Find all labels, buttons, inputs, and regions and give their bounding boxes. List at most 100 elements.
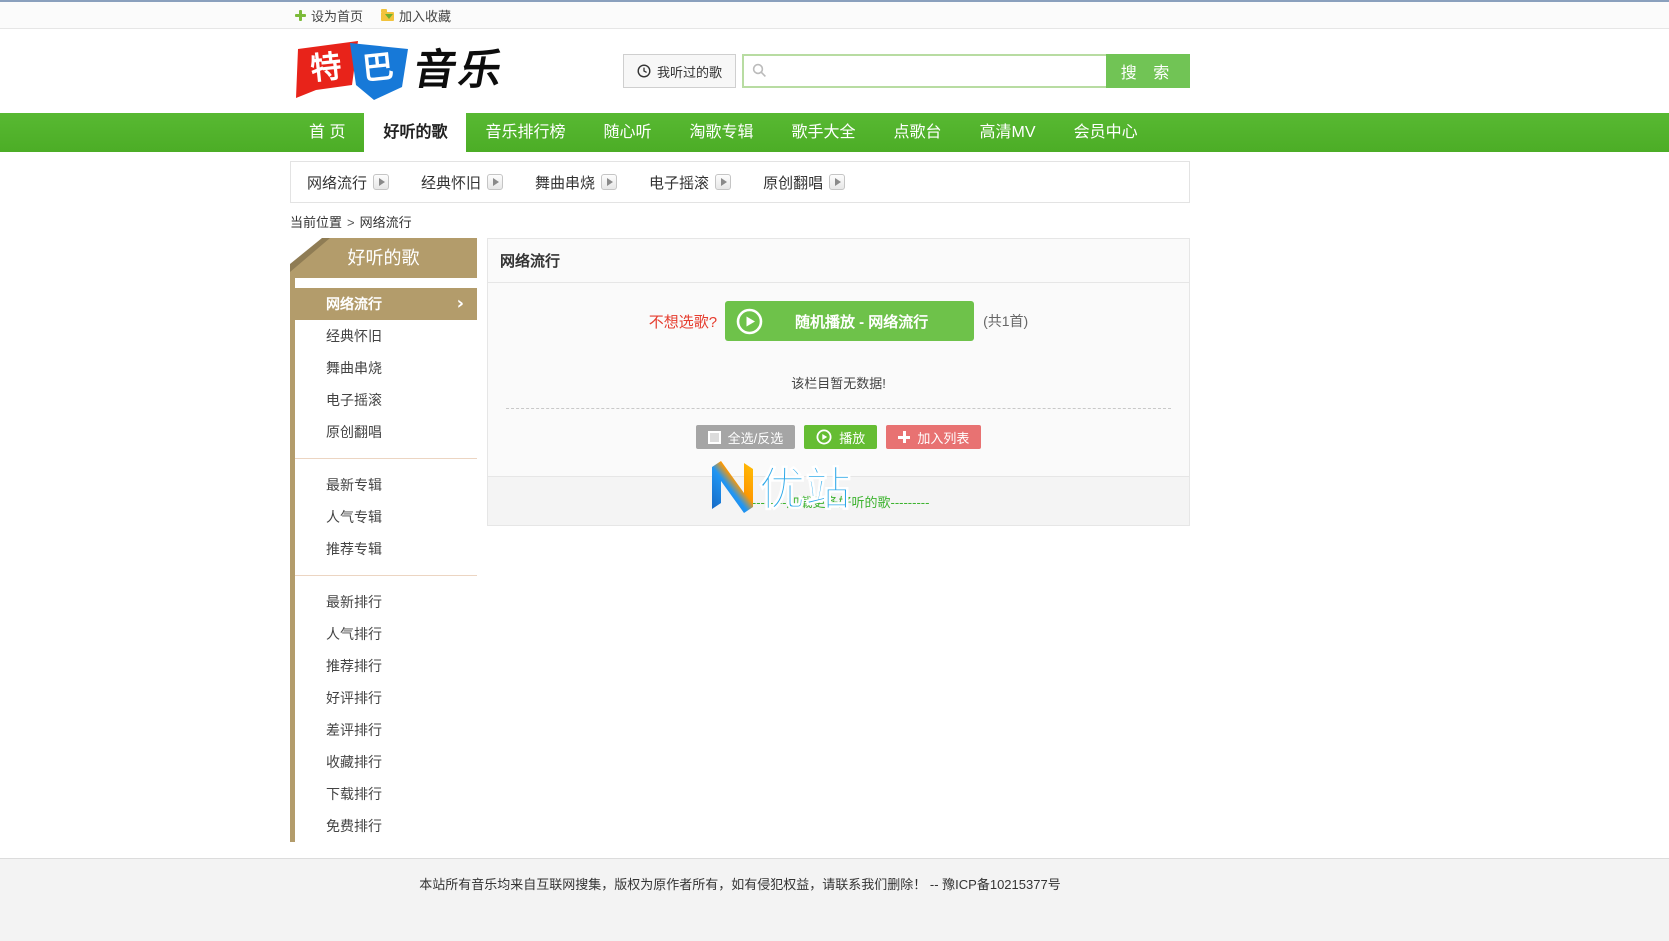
select-all-button[interactable]: 全选/反选 [696,425,796,449]
sidebar-item-good-review-ranking[interactable]: 好评排行 [290,682,477,714]
subnav-item-original-cover[interactable]: 原创翻唱 [763,172,845,193]
sidebar-item-recommended-ranking[interactable]: 推荐排行 [290,650,477,682]
sidebar-item-recommended-albums[interactable]: 推荐专辑 [290,533,477,565]
prompt-label: 不想选歌? [649,311,717,332]
random-play-label: 随机播放 - 网络流行 [763,311,974,332]
breadcrumb-label: 当前位置 [290,215,342,230]
search-button[interactable]: 搜 索 [1106,54,1190,88]
site-logo[interactable]: 特 巴 音乐 [290,37,508,106]
nav-item-home[interactable]: 首 页 [290,113,364,152]
sidebar-header: 好听的歌 [290,238,477,278]
nav-item-song-request[interactable]: 点歌台 [875,113,961,152]
nav-item-music-ranking[interactable]: 音乐排行榜 [466,113,584,152]
header: 特 巴 音乐 我听过的歌 [0,29,1669,113]
play-circle-icon [816,429,832,445]
set-home-label: 设为首页 [311,6,363,25]
sidebar-item-dance-mix[interactable]: 舞曲串烧 [290,352,477,384]
divider [295,458,477,459]
action-button-row: 全选/反选 播放 加入列表 [488,425,1189,476]
sidebar-title: 好听的歌 [290,238,477,278]
subnav-item-classic[interactable]: 经典怀旧 [421,172,503,193]
content-panel: 网络流行 不想选歌? 随机播放 - 网络流行 (共1首) 该栏 [487,238,1190,526]
sidebar-item-free-ranking[interactable]: 免费排行 [290,810,477,842]
sidebar-list: 网络流行 › 经典怀旧 舞曲串烧 电子摇滚 原创翻唱 最新专辑 人气专辑 推荐专… [290,278,477,842]
subnav-label: 原创翻唱 [763,172,823,193]
sidebar-item-newest-albums[interactable]: 最新专辑 [290,469,477,501]
searchbox: 搜 索 [742,54,1190,88]
subnav-label: 网络流行 [307,172,367,193]
song-count-label: (共1首) [983,311,1028,331]
subnav-item-network-pop[interactable]: 网络流行 [307,172,389,193]
sidebar: 好听的歌 网络流行 › 经典怀旧 舞曲串烧 电子摇滚 原创翻唱 最新专辑 人气专… [290,238,477,842]
sidebar-item-favorite-ranking[interactable]: 收藏排行 [290,746,477,778]
plus-icon [295,10,306,21]
subnav-label: 电子摇滚 [649,172,709,193]
sidebar-item-electronic-rock[interactable]: 电子摇滚 [290,384,477,416]
subnav-label: 经典怀旧 [421,172,481,193]
nav-item-album-picks[interactable]: 淘歌专辑 [671,113,773,152]
topbar: 设为首页 加入收藏 [0,0,1669,29]
svg-text:巴: 巴 [361,48,395,86]
sidebar-item-newest-ranking[interactable]: 最新排行 [290,586,477,618]
footer: 本站所有音乐均来自互联网搜集，版权为原作者所有，如有侵犯权益，请联系我们删除！ … [0,858,1669,941]
play-arrow-icon[interactable] [373,174,389,190]
divider [295,575,477,576]
empty-message: 该栏目暂无数据! [488,373,1189,392]
random-play-row: 不想选歌? 随机播放 - 网络流行 (共1首) [488,301,1189,341]
select-all-label: 全选/反选 [728,428,784,447]
listened-songs-button[interactable]: 我听过的歌 [623,54,736,88]
sidebar-item-popular-ranking[interactable]: 人气排行 [290,618,477,650]
listened-songs-label: 我听过的歌 [657,62,722,81]
play-button[interactable]: 播放 [804,425,877,449]
subnav-label: 舞曲串烧 [535,172,595,193]
nav-item-hd-mv[interactable]: 高清MV [961,113,1055,152]
main-nav: 首 页 好听的歌 音乐排行榜 随心听 淘歌专辑 歌手大全 点歌台 高清MV 会员… [0,113,1669,152]
play-arrow-icon[interactable] [487,174,503,190]
sidebar-item-network-pop[interactable]: 网络流行 › [290,288,477,320]
sidebar-item-classic[interactable]: 经典怀旧 [290,320,477,352]
play-arrow-icon[interactable] [715,174,731,190]
add-to-list-label: 加入列表 [917,428,969,447]
random-play-button[interactable]: 随机播放 - 网络流行 [725,301,974,341]
panel-body: 不想选歌? 随机播放 - 网络流行 (共1首) 该栏目暂无数据! [488,283,1189,476]
play-label: 播放 [839,428,865,447]
panel-footer: ---------加载更多好听的歌--------- [488,476,1189,525]
subnav-item-electronic-rock[interactable]: 电子摇滚 [649,172,731,193]
svg-text:特: 特 [309,48,343,86]
footer-text: 本站所有音乐均来自互联网搜集，版权为原作者所有，如有侵犯权益，请联系我们删除！ … [419,877,1060,892]
sidebar-item-original-cover[interactable]: 原创翻唱 [290,416,477,448]
nav-item-singers[interactable]: 歌手大全 [773,113,875,152]
sub-nav: 网络流行 经典怀旧 舞曲串烧 电子摇滚 原创翻唱 [290,161,1190,203]
add-favorite-link[interactable]: 加入收藏 [381,6,451,25]
breadcrumb-current[interactable]: 网络流行 [360,215,412,230]
sidebar-item-download-ranking[interactable]: 下载排行 [290,778,477,810]
set-home-link[interactable]: 设为首页 [295,6,363,25]
breadcrumb: 当前位置 > 网络流行 [290,212,1190,231]
sidebar-item-bad-review-ranking[interactable]: 差评排行 [290,714,477,746]
search-icon [752,63,767,78]
panel-title: 网络流行 [488,239,1189,283]
page: 设为首页 加入收藏 特 巴 音乐 [0,0,1669,941]
logo-graphic: 特 巴 音乐 [290,37,508,101]
svg-text:音乐: 音乐 [410,46,508,93]
sidebar-item-label: 网络流行 [326,296,382,312]
breadcrumb-separator: > [347,215,355,230]
folder-icon [381,12,394,21]
load-more-link[interactable]: ---------加载更多好听的歌--------- [748,492,930,511]
play-arrow-icon[interactable] [601,174,617,190]
search-zone: 我听过的歌 搜 索 [623,54,1190,88]
clock-icon [637,64,651,78]
nav-item-member-center[interactable]: 会员中心 [1055,113,1157,152]
checkbox-icon [708,431,721,444]
play-circle-icon [736,308,763,335]
sidebar-item-popular-albums[interactable]: 人气专辑 [290,501,477,533]
chevron-right-icon: › [457,288,464,320]
search-input[interactable] [742,54,1106,88]
play-arrow-icon[interactable] [829,174,845,190]
plus-icon [898,431,910,443]
subnav-item-dance-mix[interactable]: 舞曲串烧 [535,172,617,193]
nav-item-random-listen[interactable]: 随心听 [584,113,670,152]
add-favorite-label: 加入收藏 [399,6,451,25]
nav-item-good-songs[interactable]: 好听的歌 [364,113,466,152]
add-to-list-button[interactable]: 加入列表 [886,425,981,449]
